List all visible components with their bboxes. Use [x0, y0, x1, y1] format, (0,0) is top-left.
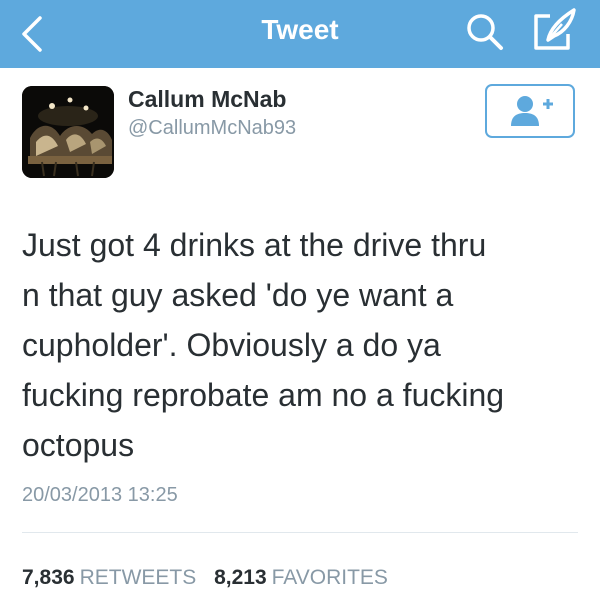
- compose-icon: [534, 8, 576, 50]
- compose-button[interactable]: [528, 6, 582, 56]
- tweet-text: Just got 4 drinks at the drive thru n th…: [22, 227, 505, 463]
- tweet-timestamp: 20/03/2013 13:25: [22, 484, 178, 506]
- favorites-count: 8,213: [214, 566, 267, 589]
- chevron-left-icon: [22, 16, 42, 52]
- favorites-label: FAVORITES: [271, 566, 388, 589]
- avatar[interactable]: [22, 86, 114, 178]
- profile-photo: [22, 86, 114, 178]
- retweets-label: RETWEETS: [79, 566, 197, 589]
- divider: [22, 532, 578, 533]
- retweets-stat[interactable]: 7,836 RETWEETS: [22, 566, 196, 590]
- retweets-count: 7,836: [22, 566, 75, 589]
- favorites-stat[interactable]: 8,213 FAVORITES: [214, 566, 388, 590]
- follow-button[interactable]: [485, 84, 575, 138]
- search-button[interactable]: [462, 10, 506, 54]
- back-button[interactable]: [14, 12, 54, 56]
- search-icon: [467, 14, 503, 50]
- top-nav-bar: Tweet: [0, 0, 600, 68]
- display-name[interactable]: Callum McNab: [128, 86, 286, 113]
- tweet-stats: 7,836 RETWEETS 8,213 FAVORITES: [22, 566, 388, 590]
- screen-name[interactable]: @CallumMcNab93: [128, 117, 296, 140]
- add-user-icon: [511, 96, 553, 126]
- page-title: Tweet: [261, 14, 339, 45]
